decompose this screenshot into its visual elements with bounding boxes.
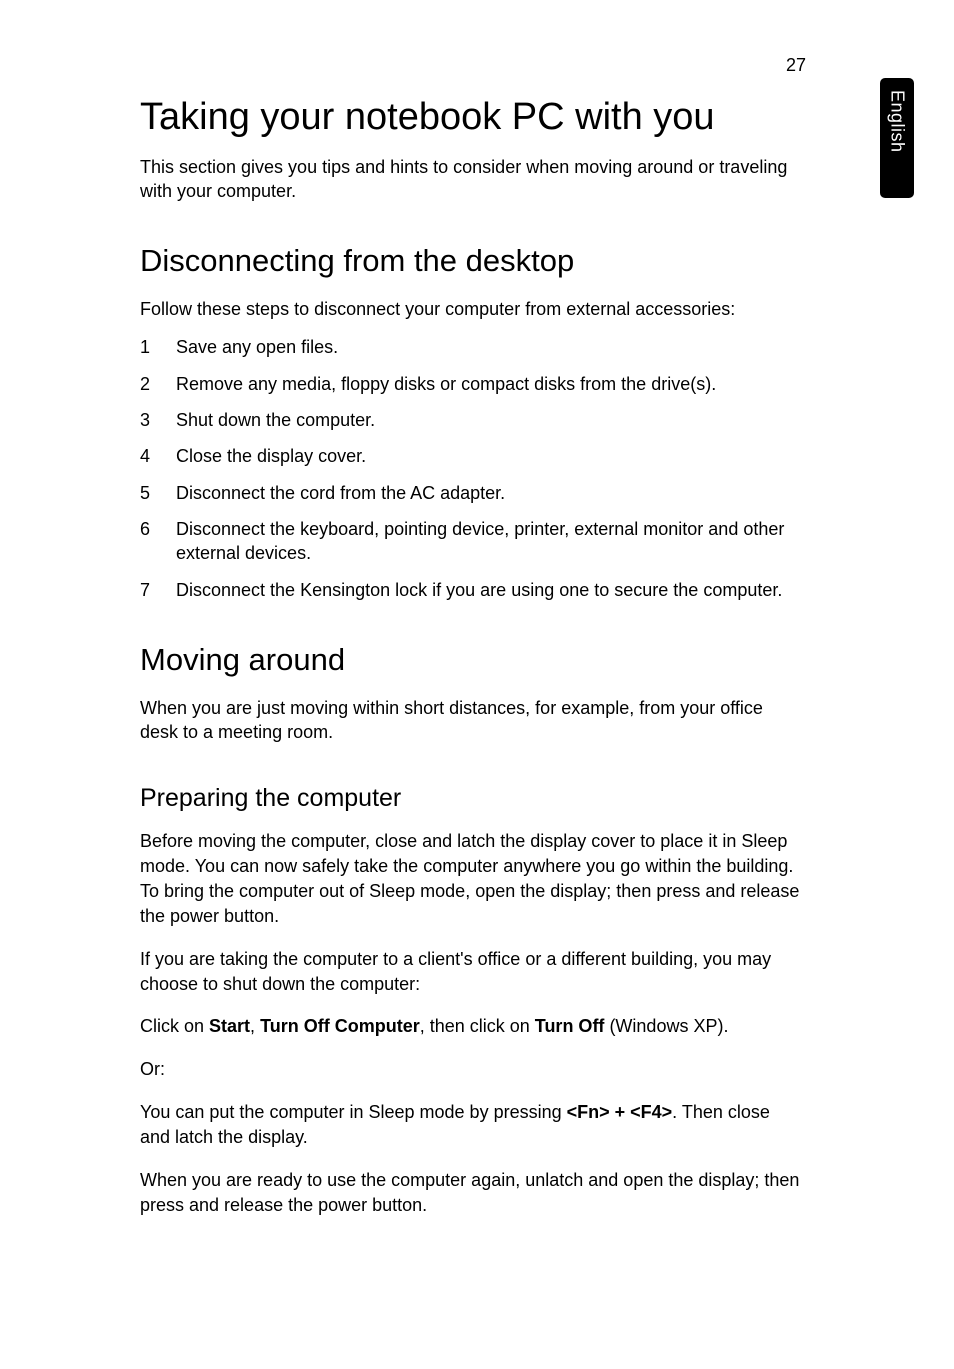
bold-text: <Fn> + <F4>	[567, 1102, 673, 1122]
paragraph: You can put the computer in Sleep mode b…	[140, 1100, 800, 1150]
page-number: 27	[786, 55, 806, 76]
paragraph: Click on Start, Turn Off Computer, then …	[140, 1014, 800, 1039]
list-item: 2 Remove any media, floppy disks or comp…	[140, 372, 800, 396]
paragraph: Before moving the computer, close and la…	[140, 829, 800, 928]
list-text: Disconnect the keyboard, pointing device…	[176, 517, 800, 566]
lead-text: Follow these steps to disconnect your co…	[140, 297, 800, 321]
list-item: 4 Close the display cover.	[140, 444, 800, 468]
intro-text: This section gives you tips and hints to…	[140, 155, 800, 204]
list-item: 7 Disconnect the Kensington lock if you …	[140, 578, 800, 602]
heading-disconnecting: Disconnecting from the desktop	[140, 243, 800, 279]
lead-text: When you are just moving within short di…	[140, 696, 800, 745]
section-preparing: Preparing the computer Before moving the…	[140, 784, 800, 1217]
section-disconnecting: Disconnecting from the desktop Follow th…	[140, 243, 800, 602]
steps-list: 1 Save any open files. 2 Remove any medi…	[140, 335, 800, 601]
section-moving-around: Moving around When you are just moving w…	[140, 642, 800, 745]
text-span: , then click on	[420, 1016, 535, 1036]
list-text: Disconnect the Kensington lock if you ar…	[176, 578, 800, 602]
list-text: Disconnect the cord from the AC adapter.	[176, 481, 800, 505]
paragraph: Or:	[140, 1057, 800, 1082]
paragraph: If you are taking the computer to a clie…	[140, 947, 800, 997]
text-span: You can put the computer in Sleep mode b…	[140, 1102, 567, 1122]
list-number: 1	[140, 335, 176, 359]
heading-moving-around: Moving around	[140, 642, 800, 678]
text-span: (Windows XP).	[604, 1016, 728, 1036]
bold-text: Turn Off Computer	[260, 1016, 420, 1036]
list-number: 5	[140, 481, 176, 505]
paragraph: When you are ready to use the computer a…	[140, 1168, 800, 1218]
list-number: 2	[140, 372, 176, 396]
text-span: Click on	[140, 1016, 209, 1036]
language-tab: English	[880, 78, 914, 198]
list-text: Shut down the computer.	[176, 408, 800, 432]
list-item: 1 Save any open files.	[140, 335, 800, 359]
list-text: Save any open files.	[176, 335, 800, 359]
list-item: 6 Disconnect the keyboard, pointing devi…	[140, 517, 800, 566]
list-item: 3 Shut down the computer.	[140, 408, 800, 432]
heading-preparing: Preparing the computer	[140, 784, 800, 813]
list-number: 3	[140, 408, 176, 432]
list-text: Close the display cover.	[176, 444, 800, 468]
list-number: 6	[140, 517, 176, 566]
list-text: Remove any media, floppy disks or compac…	[176, 372, 800, 396]
page-title: Taking your notebook PC with you	[140, 95, 800, 141]
bold-text: Turn Off	[535, 1016, 605, 1036]
list-item: 5 Disconnect the cord from the AC adapte…	[140, 481, 800, 505]
list-number: 7	[140, 578, 176, 602]
page-content: Taking your notebook PC with you This se…	[140, 95, 800, 1235]
text-span: ,	[250, 1016, 260, 1036]
bold-text: Start	[209, 1016, 250, 1036]
list-number: 4	[140, 444, 176, 468]
language-tab-label: English	[887, 90, 908, 153]
